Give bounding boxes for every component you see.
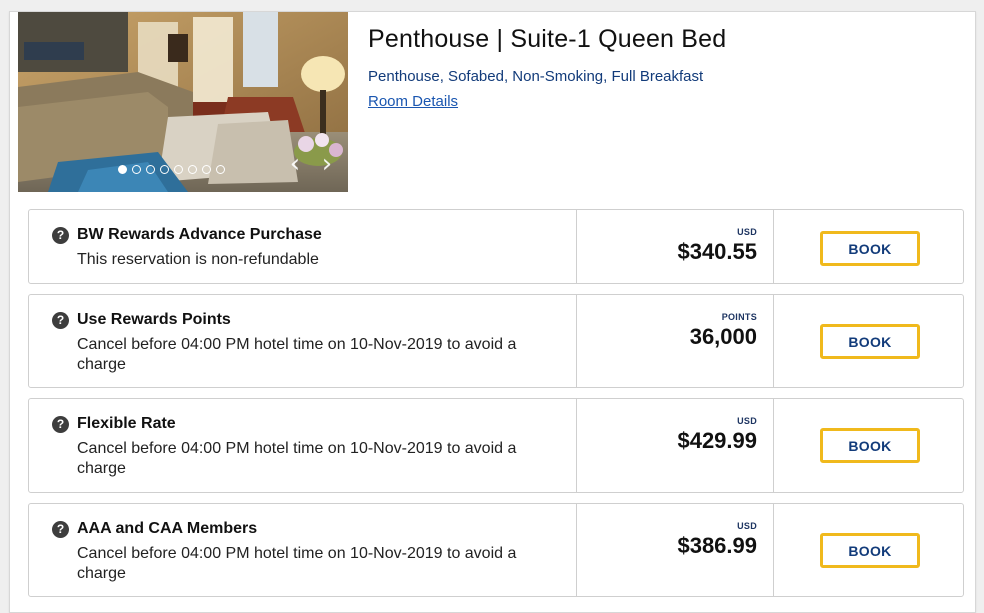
rate-info: ? BW Rewards Advance Purchase This reser… [29, 210, 576, 283]
room-title: Penthouse | Suite-1 Queen Bed [368, 25, 727, 53]
chevron-right-icon[interactable]: › [316, 150, 338, 178]
rate-book-area: BOOK [772, 295, 963, 387]
book-button[interactable]: BOOK [820, 533, 920, 568]
rate-info: ? Use Rewards Points Cancel before 04:00… [29, 295, 576, 387]
room-card: ‹ › Penthouse | Suite-1 Queen Bed Pentho… [9, 11, 976, 613]
rate-description: Cancel before 04:00 PM hotel time on 10-… [77, 545, 517, 582]
rate-price: POINTS 36,000 [576, 295, 774, 387]
room-photo-carousel[interactable]: ‹ › [18, 12, 348, 192]
price-currency: POINTS [721, 312, 757, 322]
carousel-dot[interactable] [216, 165, 225, 174]
rate-info: ? AAA and CAA Members Cancel before 04:0… [29, 504, 576, 596]
carousel-dot[interactable] [146, 165, 155, 174]
rate-name: Flexible Rate [77, 415, 176, 432]
rate-description: Cancel before 04:00 PM hotel time on 10-… [77, 440, 517, 477]
price-amount: $386.99 [677, 533, 757, 558]
price-amount: $340.55 [677, 239, 757, 264]
book-button[interactable]: BOOK [820, 428, 920, 463]
rate-info: ? Flexible Rate Cancel before 04:00 PM h… [29, 399, 576, 492]
rate-row-bw-rewards-advance-purchase: ? BW Rewards Advance Purchase This reser… [28, 209, 964, 284]
room-details-link[interactable]: Room Details [368, 93, 458, 110]
book-button[interactable]: BOOK [820, 231, 920, 266]
rate-row-use-rewards-points: ? Use Rewards Points Cancel before 04:00… [28, 294, 964, 388]
rate-description: Cancel before 04:00 PM hotel time on 10-… [77, 336, 517, 373]
price-currency: USD [737, 521, 757, 531]
carousel-dot[interactable] [160, 165, 169, 174]
carousel-dot[interactable] [202, 165, 211, 174]
rate-name: AAA and CAA Members [77, 520, 258, 537]
rate-book-area: BOOK [772, 399, 963, 492]
rate-row-flexible-rate: ? Flexible Rate Cancel before 04:00 PM h… [28, 398, 964, 493]
price-currency: USD [737, 416, 757, 426]
carousel-dot[interactable] [118, 165, 127, 174]
price-amount: $429.99 [677, 428, 757, 453]
rate-name: BW Rewards Advance Purchase [77, 226, 322, 243]
price-currency: USD [737, 227, 757, 237]
carousel-dot[interactable] [132, 165, 141, 174]
rate-book-area: BOOK [772, 210, 963, 283]
question-circle-icon[interactable]: ? [52, 227, 69, 244]
rate-description: This reservation is non-refundable [77, 251, 319, 268]
question-circle-icon[interactable]: ? [52, 521, 69, 538]
room-features: Penthouse, Sofabed, Non-Smoking, Full Br… [368, 68, 704, 85]
carousel-dot[interactable] [174, 165, 183, 174]
carousel-dot[interactable] [188, 165, 197, 174]
rate-book-area: BOOK [772, 504, 963, 596]
carousel-dots [118, 165, 225, 174]
rate-price: USD $386.99 [576, 504, 774, 596]
rate-name: Use Rewards Points [77, 311, 231, 328]
rate-price: USD $340.55 [576, 210, 774, 283]
chevron-left-icon[interactable]: ‹ [284, 150, 306, 178]
rate-price: USD $429.99 [576, 399, 774, 492]
question-circle-icon[interactable]: ? [52, 416, 69, 433]
question-circle-icon[interactable]: ? [52, 312, 69, 329]
rate-row-aaa-and-caa-members: ? AAA and CAA Members Cancel before 04:0… [28, 503, 964, 597]
book-button[interactable]: BOOK [820, 324, 920, 359]
price-amount: 36,000 [689, 324, 757, 349]
